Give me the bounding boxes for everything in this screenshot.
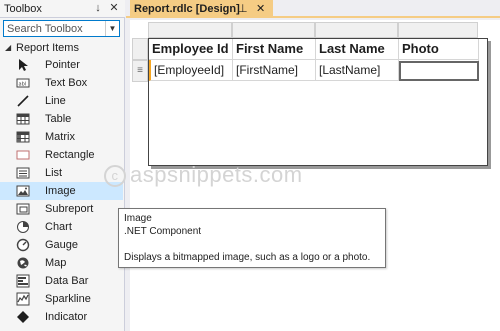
toolbox-item-text-box[interactable]: abl Text Box	[0, 74, 123, 92]
toolbox-item-label: Indicator	[45, 311, 88, 323]
column-handle[interactable]	[148, 22, 232, 38]
matrix-icon	[16, 130, 30, 144]
row-handles: ≡	[132, 38, 148, 82]
toolbox-item-label: Sparkline	[45, 293, 91, 305]
document-tab-strip: Report.rdlc [Design] ⊥ ✕	[126, 0, 500, 18]
image-icon	[16, 184, 30, 198]
rectangle-icon	[16, 148, 30, 162]
cell-last-name[interactable]: [LastName]	[316, 60, 399, 81]
group-report-items[interactable]: ◢ Report Items	[0, 41, 125, 57]
collapse-arrow-icon[interactable]: ◢	[5, 43, 11, 52]
toolbox-item-label: List	[45, 167, 63, 179]
toolbox-item-chart[interactable]: Chart	[0, 218, 123, 236]
header-cell-last-name[interactable]: Last Name	[316, 39, 399, 60]
tab-report-design[interactable]: Report.rdlc [Design] ⊥ ✕	[130, 0, 273, 18]
gauge-icon	[16, 238, 30, 252]
subreport-icon	[16, 202, 30, 216]
photo-image-placeholder[interactable]	[399, 61, 479, 81]
toolbox-item-label: Image	[45, 185, 76, 197]
toolbox-item-label: Gauge	[45, 239, 79, 251]
copyright-symbol: c	[104, 165, 126, 188]
toolbox-item-label: Table	[45, 113, 72, 125]
indicator-icon	[16, 310, 30, 324]
tooltip-subtitle: .NET Component	[124, 226, 202, 237]
watermark-text: aspsnippets.com	[130, 162, 303, 187]
column-handle[interactable]	[232, 22, 315, 38]
toolbox-title-bar: Toolbox ↓ ✕	[0, 0, 125, 18]
textbox-icon: abl	[16, 76, 30, 90]
toolbox-item-label: Data Bar	[45, 275, 89, 287]
toolbox-item-sparkline[interactable]: Sparkline	[0, 290, 123, 308]
toolbox-item-label: Matrix	[45, 131, 75, 143]
toolbox-item-label: Line	[45, 95, 66, 107]
toolbox-item-map[interactable]: Map	[0, 254, 123, 272]
toolbox-item-table[interactable]: Table	[0, 110, 123, 128]
databar-icon	[16, 274, 30, 288]
header-cell-first-name[interactable]: First Name	[233, 39, 316, 60]
toolbox-item-label: Chart	[45, 221, 72, 233]
toolbox-item-label: Map	[45, 257, 67, 269]
chart-icon	[16, 220, 30, 234]
watermark: c aspsnippets.com	[104, 162, 303, 188]
report-body[interactable]: Employee Id First Name Last Name Photo […	[148, 38, 488, 166]
toolbox-item-line[interactable]: Line	[0, 92, 123, 110]
toolbox-item-gauge[interactable]: Gauge	[0, 236, 123, 254]
toolbox-item-indicator[interactable]: Indicator	[0, 308, 123, 326]
map-icon	[16, 256, 30, 270]
tooltip: Image .NET Component Displays a bitmappe…	[118, 208, 386, 268]
table-icon	[16, 112, 30, 126]
toolbox-item-label: Text Box	[45, 77, 88, 89]
toolbox-search-box[interactable]: ▼	[3, 20, 120, 37]
search-dropdown-icon[interactable]: ▼	[105, 21, 119, 36]
toolbox-item-data-bar[interactable]: Data Bar	[0, 272, 123, 290]
pointer-icon	[16, 58, 30, 72]
row-handle[interactable]	[132, 38, 148, 60]
sparkline-icon	[16, 292, 30, 306]
toolbox-item-label: Subreport	[45, 203, 94, 215]
toolbox-item-label: Pointer	[45, 59, 80, 71]
pin-icon[interactable]: ↓	[92, 2, 104, 15]
svg-text:abl: abl	[19, 82, 27, 88]
line-icon	[16, 94, 30, 108]
cell-first-name[interactable]: [FirstName]	[233, 60, 316, 81]
group-label: Report Items	[16, 42, 79, 54]
tab-close-icon[interactable]: ✕	[256, 2, 265, 15]
header-cell-employee-id[interactable]: Employee Id	[149, 39, 233, 60]
toolbox-item-label: Rectangle	[45, 149, 95, 161]
header-cell-photo[interactable]: Photo	[399, 39, 479, 60]
toolbox-title: Toolbox	[4, 3, 42, 15]
toolbox-item-pointer[interactable]: Pointer	[0, 56, 123, 74]
toolbox-search-input[interactable]	[4, 21, 104, 36]
toolbox-item-subreport[interactable]: Subreport	[0, 200, 123, 218]
toolbox-item-matrix[interactable]: Matrix	[0, 128, 123, 146]
list-icon	[16, 166, 30, 180]
tab-label: Report.rdlc [Design]	[134, 3, 240, 15]
tab-pin-icon[interactable]: ⊥	[238, 2, 248, 15]
tooltip-title: Image	[124, 213, 152, 224]
column-handle[interactable]	[315, 22, 398, 38]
column-handles	[148, 22, 478, 38]
tooltip-description: Displays a bitmapped image, such as a lo…	[124, 252, 371, 263]
close-icon[interactable]: ✕	[108, 2, 120, 15]
cell-employee-id[interactable]: [EmployeeId]	[149, 60, 233, 81]
row-handle-details[interactable]: ≡	[132, 60, 148, 82]
column-handle[interactable]	[398, 22, 478, 38]
